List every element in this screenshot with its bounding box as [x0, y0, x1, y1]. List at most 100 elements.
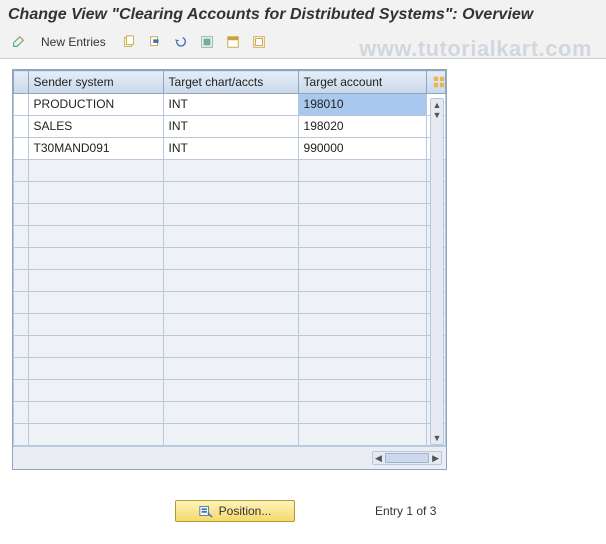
table-row[interactable]: T30MAND091INT990000: [14, 138, 446, 160]
cell-target-account[interactable]: [298, 402, 427, 424]
cell-target-chart[interactable]: [163, 358, 298, 380]
horizontal-scrollbar[interactable]: ◀ ▶: [372, 451, 442, 465]
row-selector[interactable]: [14, 358, 29, 380]
cell-sender-system[interactable]: SALES: [28, 116, 163, 138]
cell-target-account[interactable]: [298, 226, 427, 248]
row-selector[interactable]: [14, 94, 29, 116]
cell-target-chart[interactable]: [163, 160, 298, 182]
cell-target-account[interactable]: [298, 336, 427, 358]
row-selector[interactable]: [14, 292, 29, 314]
cell-sender-system[interactable]: [28, 314, 163, 336]
cell-target-account[interactable]: 198010: [298, 94, 427, 116]
row-selector[interactable]: [14, 226, 29, 248]
cell-target-chart[interactable]: [163, 204, 298, 226]
cell-target-account[interactable]: [298, 270, 427, 292]
row-selector[interactable]: [14, 116, 29, 138]
cell-target-account[interactable]: [298, 358, 427, 380]
cell-sender-system[interactable]: [28, 336, 163, 358]
row-selector[interactable]: [14, 270, 29, 292]
scroll-down-small-icon[interactable]: ▼: [433, 109, 442, 121]
table-row[interactable]: [14, 424, 446, 446]
cell-target-chart[interactable]: [163, 336, 298, 358]
table-row[interactable]: SALESINT198020: [14, 116, 446, 138]
cell-target-chart[interactable]: INT: [163, 116, 298, 138]
select-block-icon[interactable]: [223, 32, 243, 52]
row-selector-header[interactable]: [14, 71, 29, 94]
table-row[interactable]: [14, 160, 446, 182]
row-selector[interactable]: [14, 402, 29, 424]
col-sender-system[interactable]: Sender system: [28, 71, 163, 94]
cell-target-chart[interactable]: INT: [163, 94, 298, 116]
row-selector[interactable]: [14, 138, 29, 160]
cell-sender-system[interactable]: [28, 160, 163, 182]
cell-sender-system[interactable]: [28, 380, 163, 402]
row-selector[interactable]: [14, 182, 29, 204]
cell-target-account[interactable]: [298, 424, 427, 446]
cell-target-chart[interactable]: [163, 292, 298, 314]
scroll-right-icon[interactable]: ▶: [432, 453, 439, 464]
scroll-left-icon[interactable]: ◀: [375, 453, 382, 464]
table-row[interactable]: [14, 248, 446, 270]
cell-target-account[interactable]: [298, 160, 427, 182]
table-row[interactable]: [14, 402, 446, 424]
table-row[interactable]: [14, 204, 446, 226]
table-settings-icon[interactable]: [427, 71, 446, 94]
hscroll-thumb[interactable]: [385, 453, 429, 463]
cell-target-chart[interactable]: [163, 424, 298, 446]
cell-sender-system[interactable]: [28, 270, 163, 292]
cell-sender-system[interactable]: [28, 248, 163, 270]
cell-sender-system[interactable]: [28, 402, 163, 424]
cell-sender-system[interactable]: [28, 226, 163, 248]
other-view-icon[interactable]: [8, 32, 28, 52]
cell-target-chart[interactable]: [163, 226, 298, 248]
cell-sender-system[interactable]: [28, 204, 163, 226]
cell-target-account[interactable]: 990000: [298, 138, 427, 160]
row-selector[interactable]: [14, 314, 29, 336]
scroll-down-icon[interactable]: ▼: [433, 432, 442, 444]
vertical-scrollbar[interactable]: ▲ ▼ ▼: [430, 98, 444, 445]
undo-icon[interactable]: [171, 32, 191, 52]
cell-sender-system[interactable]: PRODUCTION: [28, 94, 163, 116]
deselect-all-icon[interactable]: [249, 32, 269, 52]
cell-sender-system[interactable]: [28, 424, 163, 446]
row-selector[interactable]: [14, 204, 29, 226]
copy-as-icon[interactable]: [119, 32, 139, 52]
cell-target-account[interactable]: [298, 182, 427, 204]
delete-icon[interactable]: [145, 32, 165, 52]
cell-target-account[interactable]: 198020: [298, 116, 427, 138]
table-row[interactable]: [14, 380, 446, 402]
cell-sender-system[interactable]: [28, 182, 163, 204]
select-all-icon[interactable]: [197, 32, 217, 52]
cell-target-account[interactable]: [298, 248, 427, 270]
cell-target-chart[interactable]: [163, 248, 298, 270]
table-row[interactable]: PRODUCTIONINT198010: [14, 94, 446, 116]
cell-target-chart[interactable]: INT: [163, 138, 298, 160]
row-selector[interactable]: [14, 160, 29, 182]
cell-sender-system[interactable]: [28, 292, 163, 314]
table-row[interactable]: [14, 182, 446, 204]
cell-target-chart[interactable]: [163, 270, 298, 292]
cell-target-chart[interactable]: [163, 182, 298, 204]
row-selector[interactable]: [14, 424, 29, 446]
cell-sender-system[interactable]: T30MAND091: [28, 138, 163, 160]
cell-target-account[interactable]: [298, 292, 427, 314]
cell-target-chart[interactable]: [163, 314, 298, 336]
table-row[interactable]: [14, 292, 446, 314]
cell-target-chart[interactable]: [163, 402, 298, 424]
cell-target-account[interactable]: [298, 314, 427, 336]
cell-sender-system[interactable]: [28, 358, 163, 380]
col-target-chart[interactable]: Target chart/accts: [163, 71, 298, 94]
table-row[interactable]: [14, 336, 446, 358]
position-button[interactable]: Position...: [175, 500, 295, 522]
row-selector[interactable]: [14, 336, 29, 358]
cell-target-chart[interactable]: [163, 380, 298, 402]
table-row[interactable]: [14, 226, 446, 248]
table-row[interactable]: [14, 314, 446, 336]
table-row[interactable]: [14, 270, 446, 292]
table-row[interactable]: [14, 358, 446, 380]
row-selector[interactable]: [14, 380, 29, 402]
new-entries-button[interactable]: New Entries: [34, 32, 113, 52]
cell-target-account[interactable]: [298, 380, 427, 402]
row-selector[interactable]: [14, 248, 29, 270]
col-target-account[interactable]: Target account: [298, 71, 427, 94]
